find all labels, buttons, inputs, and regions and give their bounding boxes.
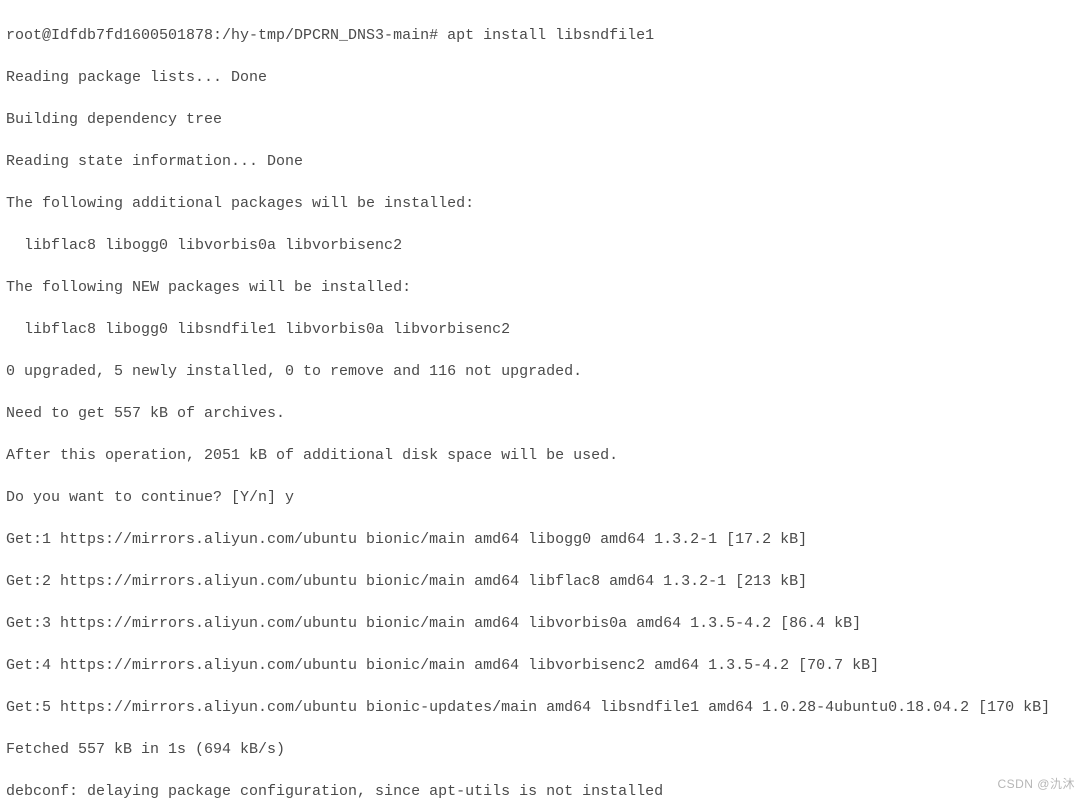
output-line: After this operation, 2051 kB of additio… xyxy=(6,445,1077,466)
output-line: 0 upgraded, 5 newly installed, 0 to remo… xyxy=(6,361,1077,382)
output-line: Reading package lists... Done xyxy=(6,67,1077,88)
download-line: Get:5 https://mirrors.aliyun.com/ubuntu … xyxy=(6,697,1077,718)
watermark-text: CSDN @氿沐 xyxy=(997,775,1075,792)
output-line: The following NEW packages will be insta… xyxy=(6,277,1077,298)
output-line: The following additional packages will b… xyxy=(6,193,1077,214)
download-line: Get:4 https://mirrors.aliyun.com/ubuntu … xyxy=(6,655,1077,676)
output-line: Building dependency tree xyxy=(6,109,1077,130)
output-line: Fetched 557 kB in 1s (694 kB/s) xyxy=(6,739,1077,760)
output-line: libflac8 libogg0 libsndfile1 libvorbis0a… xyxy=(6,319,1077,340)
output-line: Need to get 557 kB of archives. xyxy=(6,403,1077,424)
output-line: debconf: delaying package configuration,… xyxy=(6,781,1077,798)
output-line: libflac8 libogg0 libvorbis0a libvorbisen… xyxy=(6,235,1077,256)
download-line: Get:1 https://mirrors.aliyun.com/ubuntu … xyxy=(6,529,1077,550)
prompt-line: root@Idfdb7fd1600501878:/hy-tmp/DPCRN_DN… xyxy=(6,25,1077,46)
confirm-prompt-line: Do you want to continue? [Y/n] y xyxy=(6,487,1077,508)
output-line: Reading state information... Done xyxy=(6,151,1077,172)
download-line: Get:2 https://mirrors.aliyun.com/ubuntu … xyxy=(6,571,1077,592)
download-line: Get:3 https://mirrors.aliyun.com/ubuntu … xyxy=(6,613,1077,634)
terminal-output[interactable]: root@Idfdb7fd1600501878:/hy-tmp/DPCRN_DN… xyxy=(0,0,1083,798)
